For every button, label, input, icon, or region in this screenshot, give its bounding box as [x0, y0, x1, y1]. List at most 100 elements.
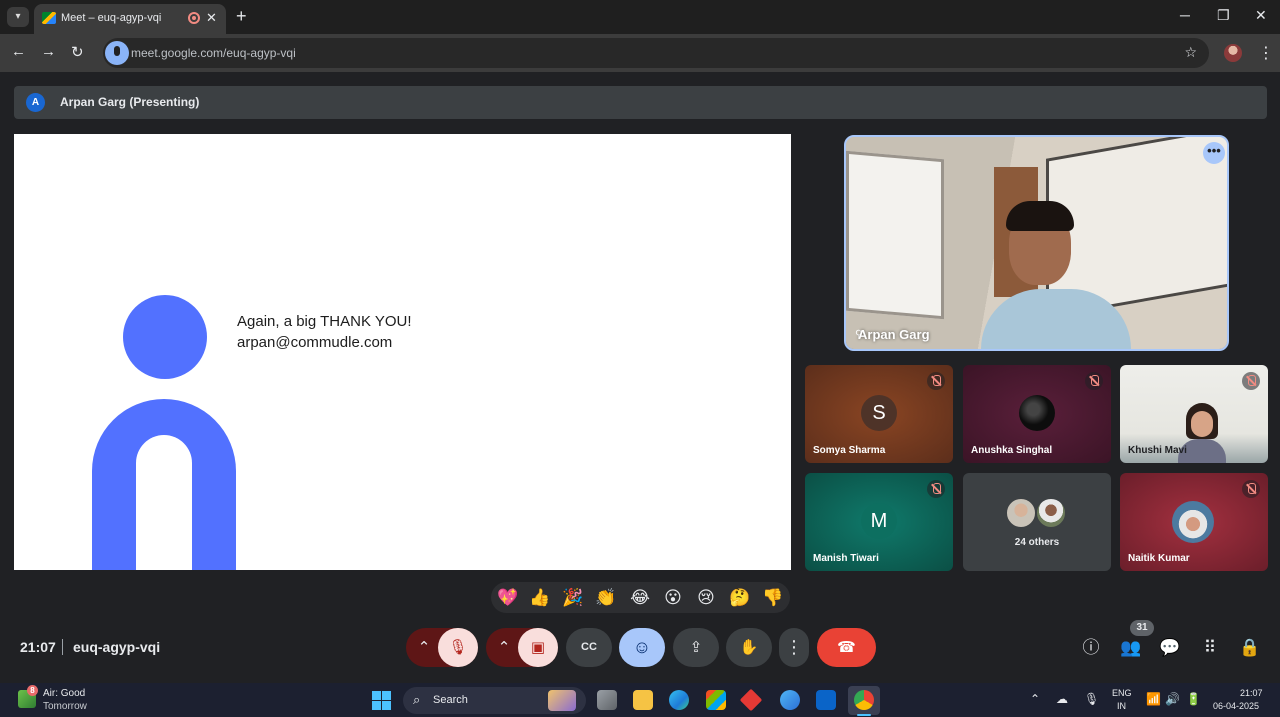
speaker-person	[981, 201, 1131, 349]
hang-up-button[interactable]: ☎	[817, 628, 876, 667]
weather-status[interactable]: Air: Good	[43, 688, 85, 699]
reaction-thinking-button[interactable]: 🤔	[729, 587, 751, 609]
volume-icon[interactable]: 🔊	[1165, 692, 1180, 706]
cloud-icon[interactable]: ☁	[1056, 692, 1068, 706]
reaction-thumbs-up-button[interactable]: 👍	[529, 587, 551, 609]
participant-name: Anushka Singhal	[971, 445, 1053, 456]
language-region[interactable]: IN	[1117, 701, 1126, 711]
chat-icon[interactable]: 💬	[1159, 637, 1181, 659]
mic-off-icon	[1242, 372, 1260, 390]
tab-title: Meet – euq-agyp-vqi	[61, 12, 162, 24]
microphone-icon[interactable]: 🎙	[1084, 692, 1099, 706]
slide-person-body	[92, 399, 236, 570]
search-highlight-icon	[548, 690, 576, 711]
back-icon[interactable]: ←	[11, 43, 26, 60]
reaction-thumbs-down-button[interactable]: 👎	[762, 587, 784, 609]
tray-chevron-icon[interactable]: ⌃	[1030, 692, 1040, 706]
avatar	[1172, 501, 1214, 543]
speaker-name: Arpan Garg	[858, 327, 930, 342]
new-tab-button[interactable]: +	[236, 6, 247, 27]
camera-off-icon: ▣	[530, 639, 546, 656]
taskbar-clock[interactable]: 21:07	[1240, 688, 1263, 698]
mic-off-icon	[927, 372, 945, 390]
avatar: S	[861, 395, 897, 431]
more-options-icon: ⋮	[785, 637, 803, 657]
mic-options-chevron-icon[interactable]: ⌃	[406, 628, 442, 667]
profile-avatar[interactable]	[1224, 44, 1242, 62]
app-icon[interactable]	[739, 688, 763, 712]
tab-search-icon[interactable]: ▾	[7, 7, 29, 27]
participant-tile[interactable]: S Somya Sharma	[805, 365, 953, 463]
emoji-button[interactable]: ☺	[619, 628, 665, 667]
minimize-icon[interactable]: ─	[1180, 7, 1190, 23]
raise-hand-button[interactable]: ✋	[726, 628, 772, 667]
browser-tab[interactable]: Meet – euq-agyp-vqi ✕	[34, 4, 226, 34]
participant-name: Somya Sharma	[813, 445, 886, 456]
close-icon[interactable]: ✕	[1255, 7, 1267, 24]
reaction-laugh-button[interactable]: 😂	[629, 587, 651, 609]
search-icon: ⌕	[413, 692, 421, 707]
taskbar-search[interactable]: ⌕ Search	[403, 687, 586, 714]
present-button[interactable]: ⇪	[673, 628, 719, 667]
activities-icon[interactable]: ⠿	[1199, 637, 1221, 659]
browser-tab-strip: ▾ Meet – euq-agyp-vqi ✕ + ─ ❐ ✕	[0, 0, 1280, 34]
reaction-party-button[interactable]: 🎉	[562, 587, 584, 609]
wifi-icon[interactable]: 📶	[1146, 692, 1161, 706]
address-bar[interactable]: meet.google.com/euq-agyp-vqi ☆	[103, 38, 1209, 68]
meeting-code: euq-agyp-vqi	[73, 639, 161, 655]
search-label: Search	[433, 694, 468, 706]
participant-tile[interactable]: Anushka Singhal	[963, 365, 1111, 463]
mic-off-icon	[1085, 372, 1103, 390]
reaction-sad-button[interactable]: 😢	[695, 587, 717, 609]
camera-options-chevron-icon[interactable]: ⌃	[486, 628, 522, 667]
outlook-icon[interactable]	[816, 690, 836, 710]
meet-favicon-icon	[42, 12, 56, 24]
reaction-clap-button[interactable]: 👏	[595, 587, 617, 609]
avatar	[1019, 395, 1055, 431]
reaction-surprise-button[interactable]: 😮	[662, 587, 684, 609]
others-tile[interactable]: 24 others	[963, 473, 1111, 571]
reaction-heart-button[interactable]: 💖	[497, 587, 519, 609]
tile-more-options-button[interactable]: •••	[1203, 142, 1225, 164]
browser-toolbar: ← → ↻ meet.google.com/euq-agyp-vqi ☆ ⋮	[0, 34, 1280, 72]
weather-badge: 8	[27, 685, 38, 696]
people-icon[interactable]: 👥	[1120, 637, 1142, 659]
file-explorer-icon[interactable]	[633, 690, 653, 710]
tab-close-button[interactable]: ✕	[206, 10, 217, 26]
raise-hand-icon: ✋	[739, 639, 759, 656]
forward-icon[interactable]: →	[41, 43, 56, 60]
captions-button[interactable]: CC	[566, 628, 612, 667]
others-count-label: 24 others	[1014, 537, 1060, 548]
speaker-video-tile[interactable]: ⚲ Arpan Garg •••	[844, 135, 1229, 351]
help-icon[interactable]	[780, 690, 800, 710]
star-icon[interactable]: ☆	[1184, 44, 1197, 61]
chrome-icon[interactable]	[854, 690, 874, 710]
battery-icon[interactable]: 🔋	[1186, 692, 1201, 706]
taskbar-date[interactable]: 06-04-2025	[1213, 701, 1259, 711]
language-indicator[interactable]: ENG	[1112, 688, 1132, 698]
kebab-menu-icon[interactable]: ⋮	[1258, 43, 1274, 63]
edge-icon[interactable]	[669, 690, 689, 710]
captions-icon: CC	[581, 641, 597, 653]
presenting-bar: A Arpan Garg (Presenting)	[14, 86, 1267, 119]
reload-icon[interactable]: ↻	[71, 43, 84, 61]
start-button[interactable]	[372, 691, 391, 710]
active-indicator	[857, 714, 871, 716]
more-options-button[interactable]: ⋮	[779, 628, 809, 667]
participant-tile[interactable]: Khushi Mavi	[1120, 365, 1268, 463]
maximize-icon[interactable]: ❐	[1217, 7, 1230, 24]
participant-name: Manish Tiwari	[813, 553, 879, 564]
info-icon[interactable]: ⓘ	[1080, 637, 1102, 659]
camera-toggle-button[interactable]: ▣	[518, 628, 558, 667]
participant-tile[interactable]: M Manish Tiwari	[805, 473, 953, 571]
mic-icon[interactable]	[105, 41, 129, 65]
mic-toggle-button[interactable]: 🎙	[438, 628, 478, 667]
participant-tile[interactable]: Naitik Kumar	[1120, 473, 1268, 571]
store-icon[interactable]	[706, 690, 726, 710]
weather-subtext[interactable]: Tomorrow	[43, 701, 87, 712]
url-text[interactable]: meet.google.com/euq-agyp-vqi	[131, 46, 296, 60]
meeting-time: 21:07	[20, 639, 56, 655]
mic-off-icon	[1242, 480, 1260, 498]
host-controls-icon[interactable]: 🔒	[1239, 637, 1261, 659]
task-view-icon[interactable]	[597, 690, 617, 710]
